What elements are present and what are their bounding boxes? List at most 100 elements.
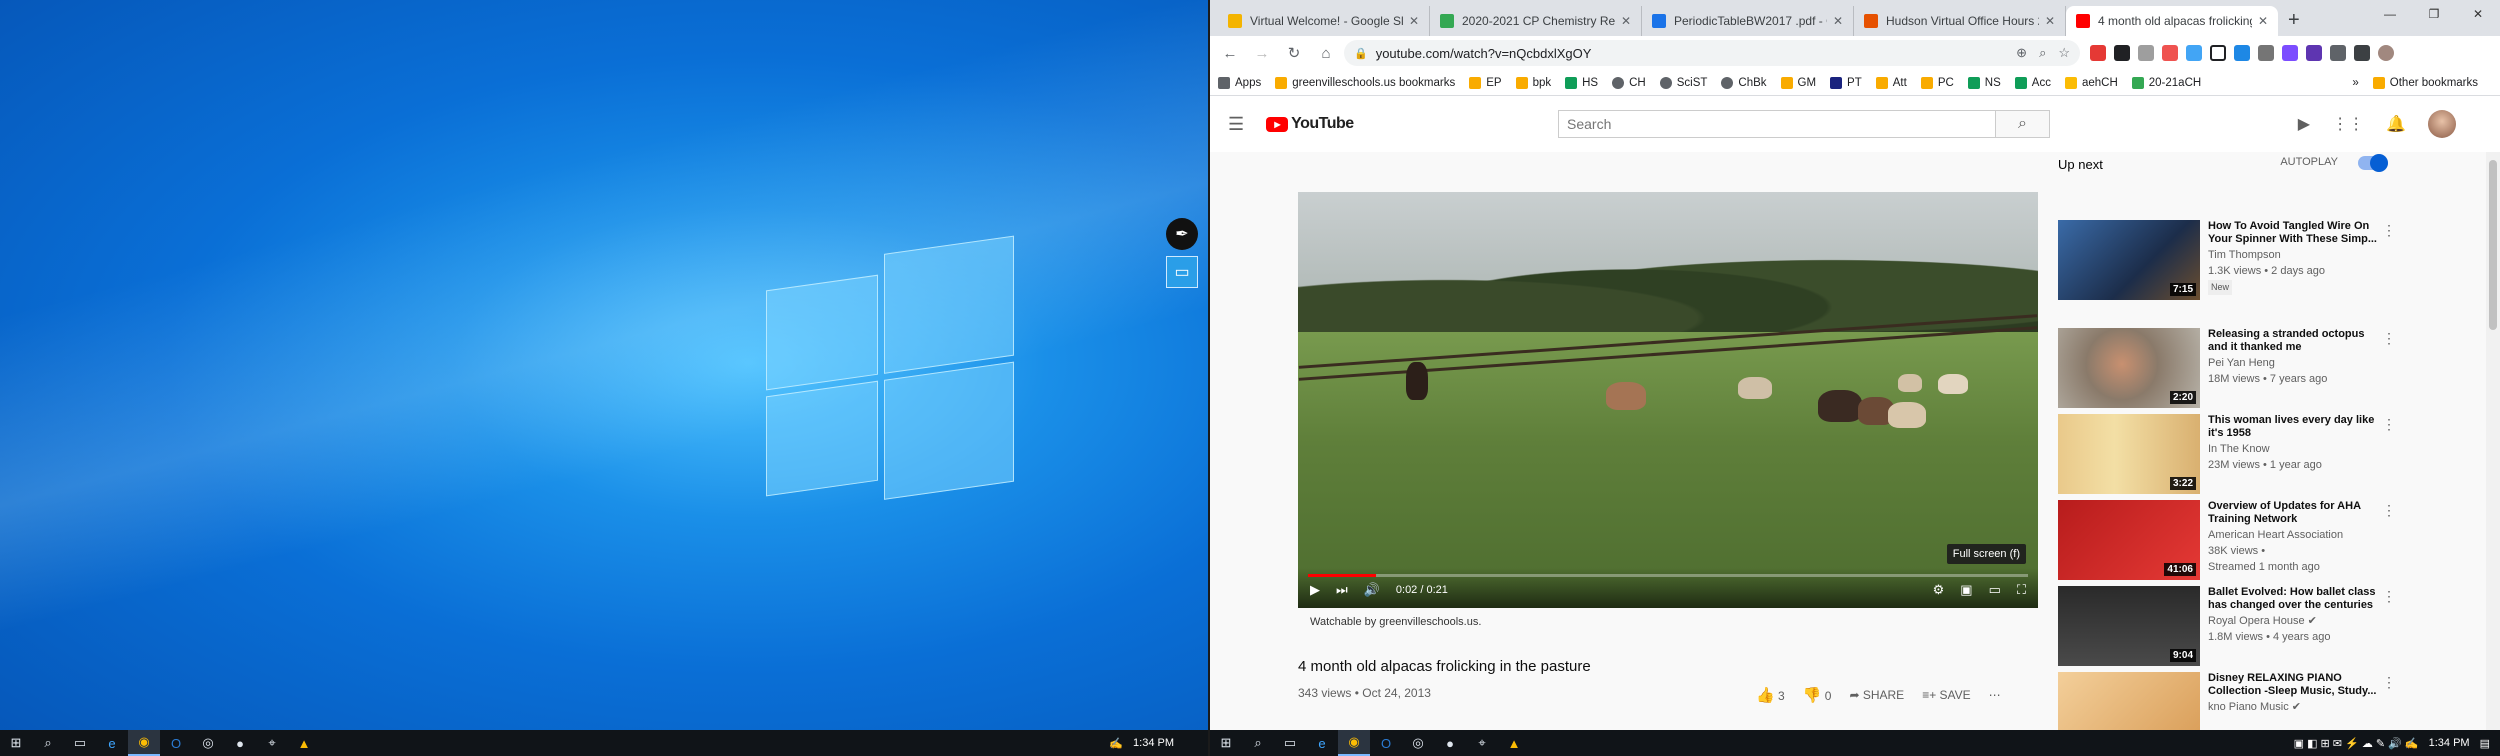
extension-icon[interactable]	[2162, 45, 2178, 61]
list-item[interactable]: 41:06 Overview of Updates for AHA Traini…	[2058, 500, 2398, 584]
extension-icon[interactable]	[2258, 45, 2274, 61]
video-thumbnail[interactable]: 2:20	[2058, 328, 2200, 408]
address-bar[interactable]: 🔒 youtube.com/watch?v=nQcbdxlXgOY ⊕ ⌕ ☆	[1344, 40, 2080, 66]
search-icon[interactable]: ⌕	[1995, 111, 2049, 137]
page-scrollbar[interactable]	[2486, 152, 2500, 730]
dislike-button[interactable]: 👎 0	[1803, 686, 1832, 704]
more-icon[interactable]: ⋮	[2382, 502, 2396, 519]
new-tab-button[interactable]: +	[2278, 9, 2310, 36]
tab-office-hours[interactable]: Hudson Virtual Office Hours 2 ✕	[1854, 6, 2066, 36]
restore-icon[interactable]: ❐	[2412, 0, 2456, 28]
more-bookmarks-button[interactable]: »	[2352, 77, 2358, 89]
volume-icon[interactable]: 🔊	[1364, 582, 1380, 598]
miniplayer-icon[interactable]: ▣	[1960, 582, 1972, 598]
bookmark-item[interactable]: 20-21aCH	[2131, 76, 2201, 89]
pen-extension-icon[interactable]	[2090, 45, 2106, 61]
like-button[interactable]: 👍 3	[1756, 686, 1785, 704]
list-item[interactable]: 3:22 This woman lives every day like it'…	[2058, 414, 2398, 498]
more-icon[interactable]: ⋮	[2382, 330, 2396, 347]
bookmark-folder[interactable]: GM	[1780, 76, 1816, 89]
more-icon[interactable]: ⋮	[2382, 416, 2396, 433]
clock[interactable]: 1:34 PM	[1133, 737, 1174, 749]
bookmark-item[interactable]: aehCH	[2064, 76, 2118, 89]
search-icon[interactable]: ⌕	[1242, 730, 1274, 756]
reload-icon[interactable]: ↻	[1280, 39, 1308, 67]
tab-google-slides[interactable]: Virtual Welcome! - Google Sli ✕	[1218, 6, 1430, 36]
list-item[interactable]: Disney RELAXING PIANO Collection -Sleep …	[2058, 672, 2398, 730]
more-icon[interactable]: ⋯	[1989, 688, 2001, 702]
video-thumbnail[interactable]: 41:06	[2058, 500, 2200, 580]
bookmark-folder[interactable]: bpk	[1515, 76, 1551, 89]
video-thumbnail[interactable]: 9:04	[2058, 586, 2200, 666]
url-text[interactable]: youtube.com/watch?v=nQcbdxlXgOY	[1376, 46, 1592, 61]
forward-icon[interactable]: →	[1248, 39, 1276, 67]
bookmark-folder[interactable]: EP	[1469, 76, 1502, 89]
extension-icon[interactable]	[2282, 45, 2298, 61]
bookmark-item[interactable]: HS	[1565, 76, 1598, 89]
extension-icon[interactable]	[2138, 45, 2154, 61]
bookmark-folder[interactable]: Att	[1875, 76, 1907, 89]
notification-icon[interactable]: ▤	[2480, 737, 2490, 750]
bookmark-folder[interactable]: PC	[1920, 76, 1954, 89]
create-video-icon[interactable]: ▶	[2298, 114, 2310, 134]
list-item[interactable]: 2:20 Releasing a stranded octopus and it…	[2058, 328, 2398, 412]
scrollbar-thumb[interactable]	[2489, 160, 2497, 330]
bookmark-item[interactable]: Acc	[2014, 76, 2051, 89]
play-icon[interactable]: ▶	[1310, 582, 1320, 598]
bookmark-item[interactable]: NS	[1967, 76, 2001, 89]
search-icon[interactable]: ⌕	[32, 730, 64, 756]
extension-icon[interactable]	[2114, 45, 2130, 61]
fullscreen-icon[interactable]: ⛶	[2017, 582, 2026, 598]
pen-app-icon[interactable]: ✒	[1166, 218, 1198, 250]
tray-icons[interactable]: ▣ ◧ ⊞ ✉ ⚡ ☁ ✎ 🔊 ✍	[2294, 737, 2419, 750]
menu-icon[interactable]: ☰	[1228, 114, 1244, 135]
profile-icon[interactable]	[2378, 45, 2394, 61]
list-item[interactable]: 7:15 How To Avoid Tangled Wire On Your S…	[2058, 220, 2398, 304]
media-icon[interactable]: ◎	[192, 730, 224, 756]
apps-grid-icon[interactable]: ⋮⋮	[2332, 114, 2364, 134]
tab-youtube[interactable]: 4 month old alpacas frolicking ✕	[2066, 6, 2278, 36]
autoplay-toggle[interactable]	[2358, 154, 2388, 172]
settings-icon[interactable]: ⚙	[1933, 582, 1945, 598]
edge-icon[interactable]: e	[1306, 730, 1338, 756]
add-icon[interactable]: ⊕	[2016, 45, 2027, 61]
save-button[interactable]: ≡+ SAVE	[1922, 688, 1970, 702]
bell-icon[interactable]: 🔔	[2386, 114, 2406, 134]
bookmark-apps[interactable]: Apps	[1218, 76, 1261, 89]
clock[interactable]: 1:34 PM	[2429, 737, 2470, 749]
extension-icon[interactable]	[2186, 45, 2202, 61]
star-icon[interactable]: ☆	[2058, 45, 2070, 61]
task-view-icon[interactable]: ▭	[1274, 730, 1306, 756]
more-icon[interactable]: ⋮	[2382, 674, 2396, 691]
outlook-icon[interactable]: O	[160, 730, 192, 756]
desktop-app-icon[interactable]: ▭	[1166, 256, 1198, 288]
close-icon[interactable]: ✕	[1621, 14, 1631, 28]
video-thumbnail[interactable]	[2058, 672, 2200, 730]
puzzle-icon[interactable]	[2330, 45, 2346, 61]
close-icon[interactable]: ✕	[2258, 14, 2268, 28]
more-icon[interactable]: ⋮	[2382, 222, 2396, 239]
maps-icon[interactable]: ⌖	[1466, 730, 1498, 756]
bookmark-item[interactable]: CH	[1612, 76, 1646, 89]
youtube-logo[interactable]: ▶ YouTube	[1266, 115, 1354, 133]
chrome-icon[interactable]: ◉	[1338, 730, 1370, 756]
bookmark-item[interactable]: PT	[1830, 76, 1862, 89]
lock-icon[interactable]: 🔒	[1354, 47, 1368, 60]
drive-icon[interactable]: ▲	[1498, 730, 1530, 756]
tab-periodic-table[interactable]: PeriodicTableBW2017 .pdf - Go ✕	[1642, 6, 1854, 36]
drive-icon[interactable]: ▲	[288, 730, 320, 756]
close-window-icon[interactable]: ✕	[2456, 0, 2500, 28]
progress-bar[interactable]	[1308, 574, 2028, 577]
app-icon[interactable]: ●	[224, 730, 256, 756]
bookmark-folder[interactable]: greenvilleschools.us bookmarks	[1275, 76, 1455, 89]
edge-icon[interactable]: e	[96, 730, 128, 756]
extension-icon[interactable]	[2306, 45, 2322, 61]
video-player[interactable]: Full screen (f) ▶ ⏭ 🔊 0:02 / 0:21 ⚙ ▣ ▭ …	[1298, 192, 2038, 608]
bookmark-item[interactable]: ChBk	[1721, 76, 1767, 89]
home-icon[interactable]: ⌂	[1312, 39, 1340, 67]
media-icon[interactable]: ◎	[1402, 730, 1434, 756]
avatar[interactable]	[2428, 110, 2456, 138]
app-icon[interactable]: ●	[1434, 730, 1466, 756]
minimize-icon[interactable]: —	[2368, 0, 2412, 28]
start-icon[interactable]: ⊞	[0, 730, 32, 756]
